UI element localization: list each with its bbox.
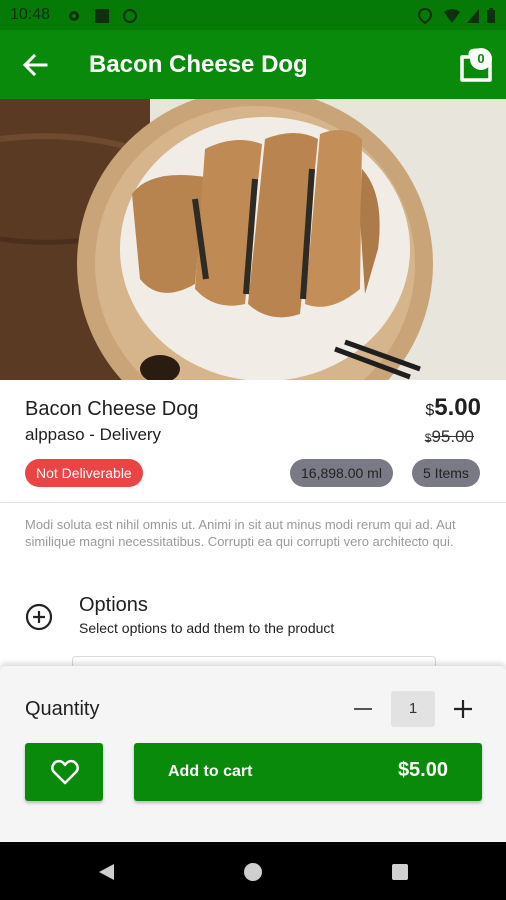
system-nav-bar [0,842,506,900]
cart-total: $5.00 [397,759,448,781]
heart-icon [51,759,79,785]
page-title: Bacon Cheese Dog [89,51,308,78]
product-image [0,99,506,380]
product-vendor: alppaso - Delivery [25,425,162,444]
product-description: Modi soluta est nihil omnis ut. Animi in… [25,517,456,549]
options-subtitle: Select options to add them to the produc… [79,620,335,636]
data-saver-icon [123,9,137,23]
signal-icon [467,9,479,23]
nav-back-icon[interactable] [96,862,116,882]
availability-badge: Not Deliverable [25,459,143,487]
nav-home-icon[interactable] [243,862,263,882]
back-arrow-icon[interactable] [22,52,48,78]
app-bar: Bacon Cheese Dog [0,30,506,99]
price-value: 5.00 [434,394,481,421]
status-time: 10:48 [10,6,51,23]
old-price-value: 95.00 [431,427,474,446]
status-bar: 10:48 [0,0,506,30]
sim-icon [95,9,109,23]
product-info: Bacon Cheese Dog alppaso - Delivery $5.0… [0,380,506,503]
add-to-cart-button[interactable]: Add to cart $5.00 [134,743,482,801]
options-title: Options [79,594,148,616]
location-icon [418,8,432,24]
price-currency: $ [425,402,435,419]
wifi-icon [444,9,460,23]
minus-icon[interactable] [352,698,374,720]
product-name: Bacon Cheese Dog [25,398,199,420]
settings-icon [69,11,79,21]
product-price: $5.00 [425,394,481,422]
quantity-value[interactable]: 1 [391,691,435,727]
product-old-price: $95.00 [425,427,474,447]
nav-recents-icon[interactable] [390,862,410,882]
add-circle-icon[interactable] [25,603,53,631]
plus-icon[interactable] [452,698,474,720]
favorite-button[interactable] [25,743,103,801]
quantity-label: Quantity [25,698,100,720]
add-to-cart-label: Add to cart [168,763,253,780]
battery-icon [487,8,495,23]
cart-panel: Quantity 1 Add to cart $5.00 [0,666,506,842]
items-badge: 5 Items [412,459,480,487]
capacity-badge: 16,898.00 ml [290,459,393,487]
cart-count-badge: 0 [470,48,492,70]
